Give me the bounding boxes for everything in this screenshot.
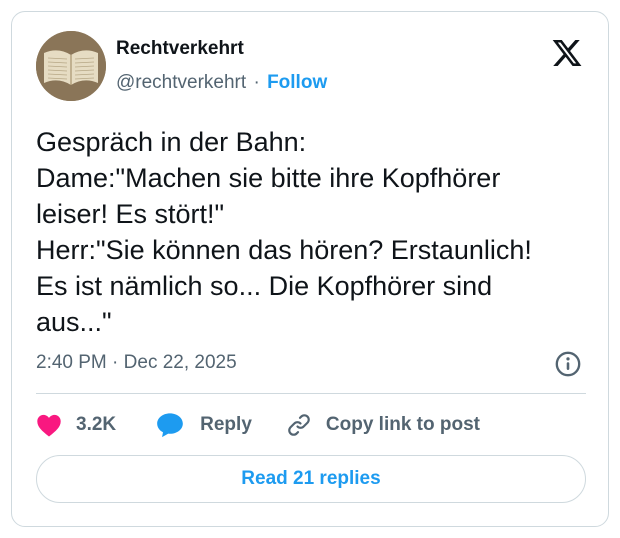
like-button[interactable]: 3.2K [36,413,116,437]
reply-label: Reply [200,414,252,435]
separator-dot: · [112,352,119,373]
copy-link-button[interactable]: Copy link to post [286,412,480,438]
follow-button[interactable]: Follow [267,72,327,93]
reply-button[interactable]: Reply [156,412,252,438]
tweet-text-line: leiser! Es stört!" [36,199,225,229]
x-logo-icon[interactable] [550,37,584,69]
like-count: 3.2K [76,414,117,435]
author-handle-row: @rechtverkehrt · Follow [116,72,327,94]
separator-dot: · [253,72,260,93]
post-time: 2:40 PM [36,352,107,373]
timestamp-row: 2:40 PM · Dec 22, 2025 [36,352,237,374]
timestamp-link[interactable]: 2:40 PM · Dec 22, 2025 [36,352,237,373]
info-icon[interactable] [554,350,582,378]
avatar[interactable] [36,31,106,101]
divider [36,393,586,394]
link-icon [288,414,310,436]
tweet-text-line: Es ist nämlich so... Die Kopfhörer sind [36,271,493,301]
book-photo-icon [36,31,106,101]
tweet-text-line: Herr:"Sie können das hören? Erstaunlich! [36,235,532,265]
copy-link-label: Copy link to post [325,414,480,435]
post-date: Dec 22, 2025 [123,352,237,373]
heart-icon [37,414,61,437]
author-handle[interactable]: @rechtverkehrt [116,72,246,93]
action-bar: 3.2K Reply Copy link to post [36,410,480,440]
tweet-text: Gespräch in der Bahn: Dame:"Machen sie b… [36,124,596,340]
tweet-text-line: aus..." [36,307,112,337]
tweet-text-line: Dame:"Machen sie bitte ihre Kopfhörer [36,163,501,193]
tweet-card: Rechtverkehrt @rechtverkehrt · Follow Ge… [11,11,609,527]
author-name[interactable]: Rechtverkehrt [116,38,244,60]
speech-bubble-icon [157,413,183,438]
read-replies-button[interactable]: Read 21 replies [36,455,586,503]
tweet-text-line: Gespräch in der Bahn: [36,127,307,157]
